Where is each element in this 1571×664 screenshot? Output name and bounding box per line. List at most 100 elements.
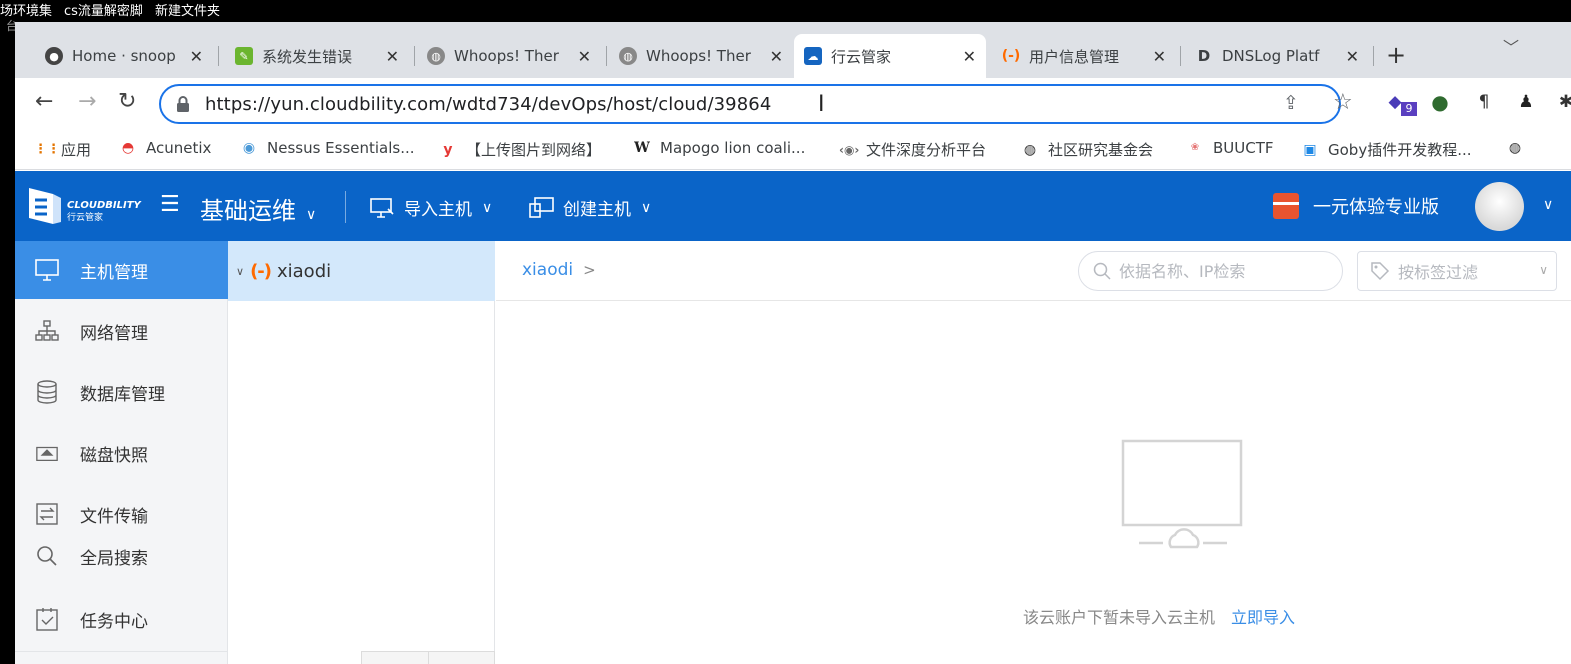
create-host-button[interactable]: 创建主机 ∨ <box>529 195 651 220</box>
aliyun-icon: (-) <box>250 260 272 282</box>
main-header: xiaodi > 按标签过滤 ∨ <box>496 241 1571 301</box>
chevron-down-icon: ∨ <box>306 207 317 223</box>
sidebar-item-label: 主机管理 <box>80 262 148 283</box>
bookmark-item[interactable]: ◍ 社区研究基金会 <box>1021 139 1153 160</box>
create-host-label: 创建主机 <box>563 200 631 220</box>
user-avatar[interactable] <box>1475 182 1524 231</box>
tab-close-icon[interactable]: ✕ <box>578 47 591 66</box>
bookmark-item[interactable]: ❀ BUUCTF <box>1186 139 1274 157</box>
trial-upgrade-link[interactable]: 一元体验专业版 <box>1273 193 1439 219</box>
sidebar: 主机管理 网络管理 数据库管理 磁盘快照 文件传输 全局搜索 任务中心 <box>15 241 228 664</box>
tab-divider <box>218 46 219 66</box>
reload-icon[interactable]: ↻ <box>118 90 136 114</box>
bookmark-item[interactable]: ◓ Acunetix <box>119 139 212 157</box>
browser-tab[interactable]: ◍ Whoops! Ther ✕ <box>417 34 601 78</box>
tab-close-icon[interactable]: ✕ <box>1153 47 1166 66</box>
sidebar-item-label: 任务中心 <box>80 611 148 632</box>
bookmark-label: 社区研究基金会 <box>1048 141 1154 159</box>
tree-node-xiaodi[interactable]: ∨ (-) xiaodi <box>228 241 495 301</box>
sidebar-item-host-management[interactable]: 主机管理 <box>15 241 228 299</box>
browser-tab[interactable]: ● Home · snoop ✕ <box>35 34 213 78</box>
task-icon <box>35 607 59 631</box>
browser-tab[interactable]: (-) 用户信息管理 ✕ <box>992 34 1176 78</box>
url-text[interactable]: https://yun.cloudbility.com/wdtd734/devO… <box>205 94 771 115</box>
bookmark-star-icon[interactable]: ☆ <box>1333 90 1353 115</box>
import-monitor-icon <box>370 197 394 218</box>
sidebar-item-database-management[interactable]: 数据库管理 <box>15 363 228 421</box>
bookmark-item[interactable]: W Mapogo lion coali... <box>633 139 805 157</box>
empty-state-message: 该云账户下暂未导入云主机 立即导入 <box>1023 604 1295 628</box>
extension-icon[interactable]: ● <box>1429 90 1451 114</box>
bookmark-item[interactable]: ‹◉› 文件深度分析平台 <box>839 139 986 160</box>
main-content: xiaodi > 按标签过滤 ∨ 该云账户下暂未导入云主机立即导入 <box>496 241 1571 664</box>
globe-icon: ◍ <box>1023 141 1037 158</box>
bookmark-label: Acunetix <box>146 139 212 157</box>
sidebar-item-network-management[interactable]: 网络管理 <box>15 302 228 360</box>
tab-divider <box>1373 46 1374 66</box>
import-host-button[interactable]: 导入主机 ∨ <box>370 195 492 220</box>
bookmark-item[interactable]: ◍ <box>1506 139 1533 157</box>
bookmark-label: BUUCTF <box>1213 139 1274 157</box>
browser-tab[interactable]: ✎ 系统发生错误 ✕ <box>225 34 409 78</box>
bookmark-item[interactable]: ▣ Goby插件开发教程... <box>1301 139 1472 160</box>
pilcrow-extension-icon[interactable]: ¶ <box>1473 91 1495 113</box>
tab-close-icon[interactable]: ✕ <box>1346 47 1359 66</box>
host-search-field[interactable] <box>1078 251 1343 291</box>
sidebar-item-label: 数据库管理 <box>80 384 165 405</box>
text-cursor-icon: I <box>818 92 825 117</box>
tab-title: 用户信息管理 <box>1029 47 1120 66</box>
share-icon[interactable]: ⇪ <box>1283 92 1299 114</box>
search-input[interactable] <box>1119 261 1319 281</box>
tab-close-icon[interactable]: ✕ <box>963 47 976 66</box>
gift-icon <box>1273 193 1299 219</box>
browser-tab[interactable]: D DNSLog Platf ✕ <box>1185 34 1369 78</box>
module-switcher[interactable]: 基础运维 ∨ <box>200 191 316 226</box>
breadcrumb-item[interactable]: xiaodi <box>522 260 573 280</box>
disk-icon <box>35 441 59 465</box>
spy-extension-icon[interactable]: ♟ <box>1515 91 1537 113</box>
new-tab-button[interactable]: + <box>1386 43 1406 67</box>
tab-search-chevron-icon[interactable]: ﹀ <box>1503 34 1519 58</box>
sidebar-divider <box>15 651 228 652</box>
tab-close-icon[interactable]: ✕ <box>386 47 399 66</box>
browser-tab-active[interactable]: ☁ 行云管家 ✕ <box>794 34 986 78</box>
bookmark-item[interactable]: y 【上传图片到网络】 <box>439 139 601 160</box>
tab-title: Whoops! Ther <box>646 47 751 65</box>
import-now-link[interactable]: 立即导入 <box>1231 608 1295 627</box>
module-label: 基础运维 <box>200 197 296 225</box>
tag-filter-select[interactable]: 按标签过滤 ∨ <box>1357 251 1557 291</box>
breadcrumb[interactable]: xiaodi > <box>522 260 596 280</box>
database-icon <box>35 380 59 404</box>
screen: 场环境集 cs流量解密脚 新建文件夹 台 ● Home · snoop ✕ ✎ … <box>0 0 1571 664</box>
bookmark-label: 应用 <box>61 141 92 159</box>
forward-icon[interactable]: → <box>78 90 96 114</box>
bookmark-item[interactable]: ◉ Nessus Essentials... <box>240 139 415 157</box>
address-bar[interactable]: https://yun.cloudbility.com/wdtd734/devO… <box>159 84 1353 124</box>
lock-icon <box>177 96 189 112</box>
chevron-down-icon: ∨ <box>482 199 493 216</box>
sidebar-item-global-search[interactable]: 全局搜索 <box>15 531 228 581</box>
tree-scroll-controls[interactable] <box>361 651 495 664</box>
sidebar-item-disk-snapshot[interactable]: 磁盘快照 <box>15 424 228 482</box>
sidebar-item-label: 文件传输 <box>80 506 148 527</box>
sidebar-item-label: 全局搜索 <box>80 548 148 569</box>
back-icon[interactable]: ← <box>35 90 53 114</box>
chevron-down-icon[interactable]: ∨ <box>1543 197 1553 213</box>
empty-monitor-illustration <box>1121 439 1243 549</box>
chevron-down-icon: ∨ <box>1539 263 1548 277</box>
desktop-item[interactable]: cs流量解密脚 <box>64 0 143 19</box>
sidebar-item-task-center[interactable]: 任务中心 <box>15 590 228 648</box>
tab-close-icon[interactable]: ✕ <box>770 47 783 66</box>
browser-tab[interactable]: ◍ Whoops! Ther ✕ <box>609 34 793 78</box>
cloudbility-logo[interactable]: CLOUDBILITY 行云管家 <box>27 184 147 228</box>
chevron-down-icon: ∨ <box>641 199 652 216</box>
menu-icon[interactable]: ☰ <box>160 193 180 217</box>
bookmark-label: Goby插件开发教程... <box>1328 141 1472 159</box>
account-tree: ∨ (-) xiaodi <box>228 241 495 664</box>
tab-close-icon[interactable]: ✕ <box>190 47 203 66</box>
puzzle-extension-icon[interactable]: ✱ <box>1555 91 1571 113</box>
bookmark-apps[interactable]: ⋮⋮ 应用 <box>34 139 91 160</box>
globe-icon: ◍ <box>1508 140 1522 156</box>
bilibili-icon: ▣ <box>1303 141 1317 158</box>
desktop-item[interactable]: 新建文件夹 <box>155 0 220 19</box>
